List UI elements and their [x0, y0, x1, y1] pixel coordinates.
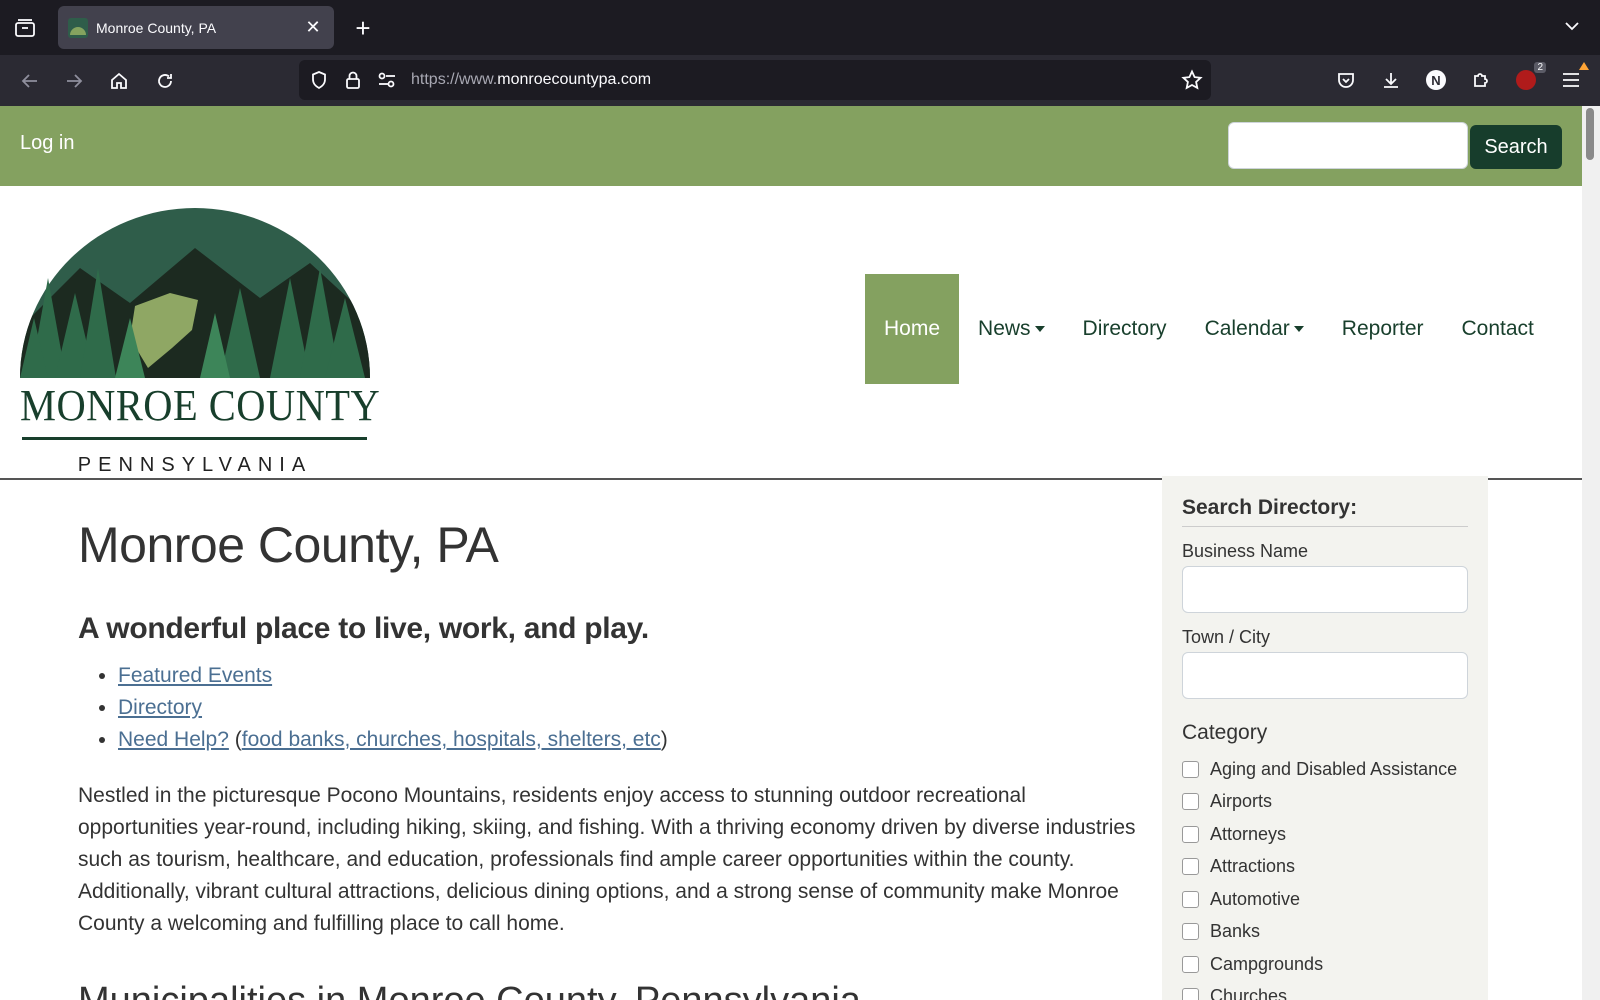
directory-link[interactable]: Directory — [118, 696, 202, 719]
login-link[interactable]: Log in — [20, 132, 75, 155]
downloads-icon[interactable] — [1379, 68, 1403, 92]
site-favicon-icon — [68, 17, 88, 38]
nav-news[interactable]: News — [959, 274, 1064, 384]
town-city-label: Town / City — [1182, 627, 1271, 647]
tab-list-chevron-icon[interactable] — [1562, 16, 1582, 36]
category-checkbox[interactable] — [1182, 858, 1199, 876]
pocket-icon[interactable] — [1334, 68, 1358, 92]
town-city-input[interactable] — [1182, 652, 1468, 699]
logo-title: MONROE COUNTY — [20, 381, 381, 430]
business-name-input[interactable] — [1182, 566, 1468, 613]
ublock-extension-icon[interactable]: 2 — [1514, 62, 1546, 92]
reload-icon[interactable] — [151, 67, 179, 95]
url-text: https://www.monroecountypa.com — [411, 71, 652, 88]
browser-tab-active[interactable]: Monroe County, PA ✕ — [58, 6, 334, 49]
main-navigation: Home News Directory Calendar Reporter Co… — [865, 274, 1553, 384]
category-checkbox[interactable] — [1182, 760, 1199, 778]
browser-tab-strip: Monroe County, PA ✕ + — [0, 0, 1600, 55]
list-item: Featured Events — [118, 660, 1148, 692]
nav-directory[interactable]: Directory — [1064, 274, 1186, 384]
featured-events-link[interactable]: Featured Events — [118, 664, 272, 687]
category-option[interactable]: Aging and Disabled Assistance — [1182, 753, 1468, 786]
home-icon[interactable] — [105, 67, 133, 95]
directory-search-sidebar: Search Directory: Business Name Town / C… — [1162, 476, 1488, 1000]
category-option[interactable]: Attractions — [1182, 851, 1468, 884]
category-label: Category — [1182, 721, 1268, 744]
lock-icon[interactable] — [343, 70, 363, 90]
list-item: Need Help? (food banks, churches, hospit… — [118, 724, 1148, 756]
category-checkbox[interactable] — [1182, 793, 1199, 811]
site-search-input[interactable] — [1228, 122, 1468, 169]
need-help-link[interactable]: Need Help? — [118, 728, 229, 751]
back-arrow-icon[interactable] — [16, 67, 44, 95]
business-name-label: Business Name — [1182, 541, 1309, 561]
update-alert-icon — [1579, 62, 1589, 70]
category-option[interactable]: Banks — [1182, 916, 1468, 949]
bookmark-star-icon[interactable] — [1181, 69, 1203, 91]
category-checkbox[interactable] — [1182, 825, 1199, 843]
municipalities-heading: Municipalities in Monroe County, Pennsyl… — [78, 980, 1148, 1000]
site-top-bar: Log in Search — [0, 106, 1582, 186]
caret-down-icon — [1293, 326, 1304, 332]
logo-divider — [22, 437, 367, 440]
web-page: Log in Search MONROE COUNTY PENNSYLVANIA… — [0, 106, 1582, 1000]
logo-subtitle: PENNSYLVANIA — [77, 454, 313, 476]
page-scrollbar[interactable] — [1582, 106, 1600, 1000]
page-title: Monroe County, PA — [78, 517, 499, 573]
tagline: A wonderful place to live, work, and pla… — [78, 612, 649, 645]
intro-paragraph: Nestled in the picturesque Pocono Mounta… — [78, 784, 1136, 935]
site-search-button[interactable]: Search — [1470, 125, 1562, 169]
new-tab-plus-icon[interactable]: + — [350, 14, 376, 42]
tab-title: Monroe County, PA — [96, 19, 217, 36]
nav-calendar[interactable]: Calendar — [1186, 274, 1323, 384]
caret-down-icon — [1034, 326, 1045, 332]
category-option[interactable]: Automotive — [1182, 883, 1468, 916]
category-checkbox[interactable] — [1182, 923, 1199, 941]
category-option[interactable]: Attorneys — [1182, 818, 1468, 851]
extension-badge: 2 — [1534, 62, 1546, 73]
main-content: Monroe County, PA A wonderful place to l… — [78, 506, 1148, 1000]
app-menu-icon[interactable] — [1559, 62, 1589, 92]
nav-contact[interactable]: Contact — [1443, 274, 1553, 384]
category-checkbox[interactable] — [1182, 988, 1199, 1000]
sidebar-title: Search Directory: — [1182, 496, 1468, 527]
browser-toolbar: https://www.monroecountypa.com N 2 — [0, 55, 1600, 106]
nav-reporter[interactable]: Reporter — [1323, 274, 1443, 384]
category-option[interactable]: Airports — [1182, 786, 1468, 819]
list-item: Directory — [118, 692, 1148, 724]
category-checkbox[interactable] — [1182, 955, 1199, 973]
category-option[interactable]: Churches — [1182, 981, 1468, 1000]
account-avatar-icon[interactable]: N — [1424, 68, 1448, 92]
extensions-puzzle-icon[interactable] — [1469, 68, 1493, 92]
scrollbar-thumb[interactable] — [1586, 108, 1594, 160]
monroe-county-logo[interactable]: MONROE COUNTY PENNSYLVANIA — [20, 208, 381, 476]
quick-links-list: Featured Events Directory Need Help? (fo… — [78, 660, 1148, 756]
category-option[interactable]: Campgrounds — [1182, 948, 1468, 981]
category-checkbox[interactable] — [1182, 890, 1199, 908]
tab-close-icon[interactable]: ✕ — [302, 17, 324, 38]
permissions-icon[interactable] — [377, 70, 397, 90]
tracking-shield-icon[interactable] — [309, 70, 329, 90]
tab-overview-icon[interactable] — [12, 16, 38, 40]
mountain-forest-logo-icon — [20, 208, 370, 378]
nav-home[interactable]: Home — [865, 274, 960, 384]
forward-arrow-icon[interactable] — [60, 67, 88, 95]
help-resources-link[interactable]: food banks, churches, hospitals, shelter… — [242, 728, 661, 751]
address-bar[interactable]: https://www.monroecountypa.com — [299, 60, 1211, 100]
site-header: MONROE COUNTY PENNSYLVANIA Home News Dir… — [0, 186, 1582, 480]
